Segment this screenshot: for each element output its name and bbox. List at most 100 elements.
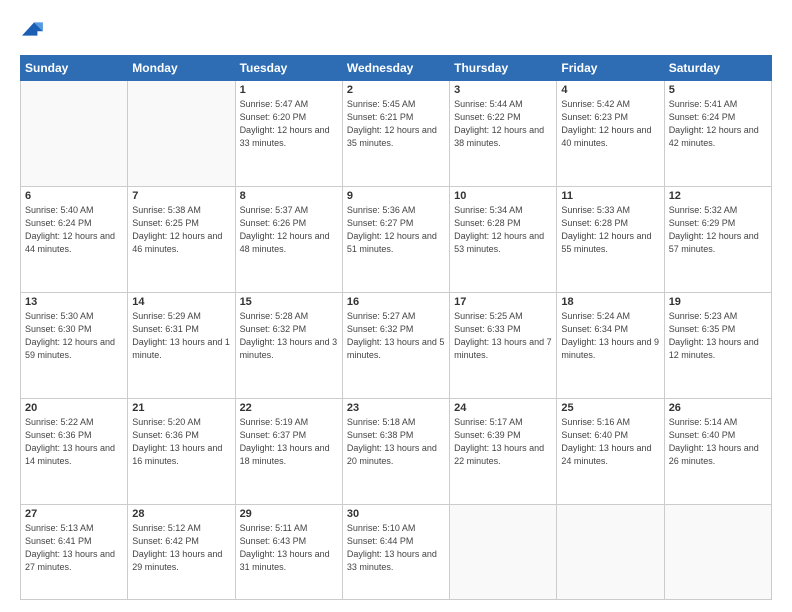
day-info: Sunrise: 5:42 AMSunset: 6:23 PMDaylight:… — [561, 98, 659, 150]
day-info: Sunrise: 5:18 AMSunset: 6:38 PMDaylight:… — [347, 416, 445, 468]
calendar-cell — [450, 505, 557, 600]
logo-icon — [22, 18, 44, 40]
weekday-header-thursday: Thursday — [450, 56, 557, 81]
day-number: 17 — [454, 296, 552, 308]
calendar-cell: 19 Sunrise: 5:23 AMSunset: 6:35 PMDayligh… — [664, 293, 771, 399]
day-info: Sunrise: 5:12 AMSunset: 6:42 PMDaylight:… — [132, 522, 230, 574]
calendar-cell: 7 Sunrise: 5:38 AMSunset: 6:25 PMDaylight… — [128, 187, 235, 293]
calendar-cell: 20Sunrise: 5:22 AMSunset: 6:36 PMDayligh… — [21, 399, 128, 505]
day-info: Sunrise: 5:10 AMSunset: 6:44 PMDaylight:… — [347, 522, 445, 574]
logo — [20, 18, 44, 45]
weekday-header-monday: Monday — [128, 56, 235, 81]
calendar-cell: 25Sunrise: 5:16 AMSunset: 6:40 PMDayligh… — [557, 399, 664, 505]
day-number: 27 — [25, 508, 123, 520]
calendar-cell: 24 Sunrise: 5:17 AMSunset: 6:39 PMDayligh… — [450, 399, 557, 505]
day-info: Sunrise: 5:44 AMSunset: 6:22 PMDaylight:… — [454, 98, 552, 150]
calendar-cell: 15 Sunrise: 5:28 AMSunset: 6:32 PMDayligh… — [235, 293, 342, 399]
day-number: 23 — [347, 402, 445, 414]
day-info: Sunrise: 5:22 AMSunset: 6:36 PMDaylight:… — [25, 416, 123, 468]
day-number: 21 — [132, 402, 230, 414]
day-number: 9 — [347, 190, 445, 202]
day-info: Sunrise: 5:19 AMSunset: 6:37 PMDaylight:… — [240, 416, 338, 468]
calendar-cell — [664, 505, 771, 600]
calendar-cell: 21 Sunrise: 5:20 AMSunset: 6:36 PMDayligh… — [128, 399, 235, 505]
weekday-header-saturday: Saturday — [664, 56, 771, 81]
day-info: Sunrise: 5:27 AMSunset: 6:32 PMDaylight:… — [347, 310, 445, 362]
day-number: 15 — [240, 296, 338, 308]
calendar-cell: 22 Sunrise: 5:19 AMSunset: 6:37 PMDayligh… — [235, 399, 342, 505]
calendar-cell: 13 Sunrise: 5:30 AMSunset: 6:30 PMDayligh… — [21, 293, 128, 399]
day-number: 29 — [240, 508, 338, 520]
calendar-cell — [21, 81, 128, 187]
day-number: 30 — [347, 508, 445, 520]
calendar-cell: 6 Sunrise: 5:40 AMSunset: 6:24 PMDaylight… — [21, 187, 128, 293]
day-number: 4 — [561, 84, 659, 96]
calendar-cell: 23 Sunrise: 5:18 AMSunset: 6:38 PMDayligh… — [342, 399, 449, 505]
page: SundayMondayTuesdayWednesdayThursdayFrid… — [0, 0, 792, 612]
day-number: 18 — [561, 296, 659, 308]
day-number: 28 — [132, 508, 230, 520]
day-info: Sunrise: 5:36 AMSunset: 6:27 PMDaylight:… — [347, 204, 445, 256]
day-info: Sunrise: 5:23 AMSunset: 6:35 PMDaylight:… — [669, 310, 767, 362]
calendar-cell: 26Sunrise: 5:14 AMSunset: 6:40 PMDayligh… — [664, 399, 771, 505]
calendar-cell: 9 Sunrise: 5:36 AMSunset: 6:27 PMDaylight… — [342, 187, 449, 293]
day-number: 13 — [25, 296, 123, 308]
day-number: 6 — [25, 190, 123, 202]
calendar-cell: 10Sunrise: 5:34 AMSunset: 6:28 PMDayligh… — [450, 187, 557, 293]
weekday-header-row: SundayMondayTuesdayWednesdayThursdayFrid… — [21, 56, 772, 81]
calendar-row-0: 1 Sunrise: 5:47 AMSunset: 6:20 PMDaylight… — [21, 81, 772, 187]
day-info: Sunrise: 5:40 AMSunset: 6:24 PMDaylight:… — [25, 204, 123, 256]
day-info: Sunrise: 5:47 AMSunset: 6:20 PMDaylight:… — [240, 98, 338, 150]
day-number: 1 — [240, 84, 338, 96]
day-info: Sunrise: 5:16 AMSunset: 6:40 PMDaylight:… — [561, 416, 659, 468]
day-number: 10 — [454, 190, 552, 202]
calendar-cell: 29 Sunrise: 5:11 AMSunset: 6:43 PMDayligh… — [235, 505, 342, 600]
day-info: Sunrise: 5:11 AMSunset: 6:43 PMDaylight:… — [240, 522, 338, 574]
day-number: 16 — [347, 296, 445, 308]
calendar-row-4: 27 Sunrise: 5:13 AMSunset: 6:41 PMDayligh… — [21, 505, 772, 600]
day-number: 7 — [132, 190, 230, 202]
day-number: 8 — [240, 190, 338, 202]
day-info: Sunrise: 5:41 AMSunset: 6:24 PMDaylight:… — [669, 98, 767, 150]
calendar-cell: 3 Sunrise: 5:44 AMSunset: 6:22 PMDaylight… — [450, 81, 557, 187]
day-number: 11 — [561, 190, 659, 202]
calendar-cell: 8 Sunrise: 5:37 AMSunset: 6:26 PMDaylight… — [235, 187, 342, 293]
day-number: 2 — [347, 84, 445, 96]
day-info: Sunrise: 5:37 AMSunset: 6:26 PMDaylight:… — [240, 204, 338, 256]
day-info: Sunrise: 5:28 AMSunset: 6:32 PMDaylight:… — [240, 310, 338, 362]
day-info: Sunrise: 5:33 AMSunset: 6:28 PMDaylight:… — [561, 204, 659, 256]
day-info: Sunrise: 5:13 AMSunset: 6:41 PMDaylight:… — [25, 522, 123, 574]
day-number: 12 — [669, 190, 767, 202]
day-number: 3 — [454, 84, 552, 96]
day-info: Sunrise: 5:38 AMSunset: 6:25 PMDaylight:… — [132, 204, 230, 256]
calendar-cell: 11 Sunrise: 5:33 AMSunset: 6:28 PMDayligh… — [557, 187, 664, 293]
calendar-cell: 30 Sunrise: 5:10 AMSunset: 6:44 PMDayligh… — [342, 505, 449, 600]
calendar-table: SundayMondayTuesdayWednesdayThursdayFrid… — [20, 55, 772, 600]
calendar-cell: 17Sunrise: 5:25 AMSunset: 6:33 PMDayligh… — [450, 293, 557, 399]
calendar-cell: 5 Sunrise: 5:41 AMSunset: 6:24 PMDaylight… — [664, 81, 771, 187]
calendar-row-3: 20Sunrise: 5:22 AMSunset: 6:36 PMDayligh… — [21, 399, 772, 505]
calendar-cell: 18 Sunrise: 5:24 AMSunset: 6:34 PMDayligh… — [557, 293, 664, 399]
day-number: 14 — [132, 296, 230, 308]
calendar-cell: 27 Sunrise: 5:13 AMSunset: 6:41 PMDayligh… — [21, 505, 128, 600]
day-info: Sunrise: 5:14 AMSunset: 6:40 PMDaylight:… — [669, 416, 767, 468]
weekday-header-sunday: Sunday — [21, 56, 128, 81]
calendar-cell: 12Sunrise: 5:32 AMSunset: 6:29 PMDayligh… — [664, 187, 771, 293]
day-number: 22 — [240, 402, 338, 414]
day-number: 24 — [454, 402, 552, 414]
calendar-cell: 1 Sunrise: 5:47 AMSunset: 6:20 PMDaylight… — [235, 81, 342, 187]
calendar-cell: 28 Sunrise: 5:12 AMSunset: 6:42 PMDayligh… — [128, 505, 235, 600]
day-info: Sunrise: 5:17 AMSunset: 6:39 PMDaylight:… — [454, 416, 552, 468]
header — [20, 18, 772, 45]
day-info: Sunrise: 5:29 AMSunset: 6:31 PMDaylight:… — [132, 310, 230, 362]
day-info: Sunrise: 5:24 AMSunset: 6:34 PMDaylight:… — [561, 310, 659, 362]
calendar-cell — [557, 505, 664, 600]
weekday-header-wednesday: Wednesday — [342, 56, 449, 81]
calendar-row-1: 6 Sunrise: 5:40 AMSunset: 6:24 PMDaylight… — [21, 187, 772, 293]
calendar-row-2: 13 Sunrise: 5:30 AMSunset: 6:30 PMDayligh… — [21, 293, 772, 399]
day-info: Sunrise: 5:20 AMSunset: 6:36 PMDaylight:… — [132, 416, 230, 468]
weekday-header-tuesday: Tuesday — [235, 56, 342, 81]
day-number: 19 — [669, 296, 767, 308]
day-info: Sunrise: 5:30 AMSunset: 6:30 PMDaylight:… — [25, 310, 123, 362]
day-number: 5 — [669, 84, 767, 96]
